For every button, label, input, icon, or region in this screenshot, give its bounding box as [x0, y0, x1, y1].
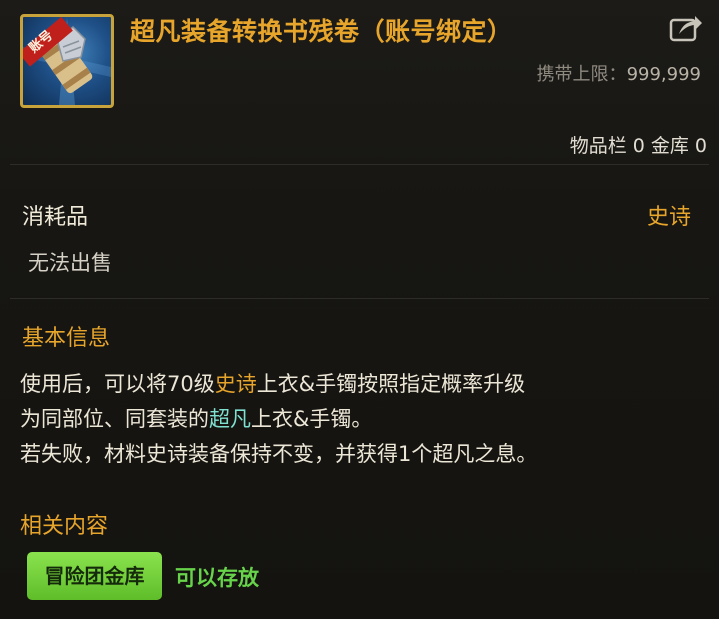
description-text: 使用后，可以将70级: [20, 372, 215, 396]
item-tooltip: 账号 超凡装备转换书残卷（账号绑定） 携带上限：999,999 物品栏 0 金库…: [0, 0, 719, 619]
storable-status: 可以存放: [175, 566, 259, 590]
share-icon: [669, 16, 702, 42]
divider: [10, 298, 709, 299]
scroll-item-icon: 账号: [20, 14, 114, 108]
item-title: 超凡装备转换书残卷（账号绑定）: [130, 17, 513, 46]
carry-limit-value: 999,999: [626, 64, 701, 85]
adventure-vault-button[interactable]: 冒险团金库: [27, 552, 162, 600]
rarity-label: 史诗: [646, 205, 691, 230]
description-line-2: 为同部位、同套装的超凡上衣&手镯。: [20, 402, 710, 437]
description-line-1: 使用后，可以将70级史诗上衣&手镯按照指定概率升级: [20, 367, 710, 402]
related-content-title: 相关内容: [20, 514, 109, 539]
carry-limit: 携带上限：999,999: [537, 60, 701, 86]
description-text: 上衣&手镯。: [251, 407, 373, 431]
item-description: 使用后，可以将70级史诗上衣&手镯按照指定概率升级 为同部位、同套装的超凡上衣&…: [20, 367, 710, 472]
description-line-3: 若失败，材料史诗装备保持不变，并获得1个超凡之息。: [20, 442, 538, 466]
epic-keyword: 史诗: [214, 372, 257, 396]
carry-limit-label: 携带上限：: [536, 64, 627, 85]
divider: [10, 164, 709, 165]
description-text: 为同部位、同套装的: [20, 407, 209, 431]
share-button[interactable]: [669, 12, 703, 42]
description-text: 上衣&手镯按照指定概率升级: [256, 372, 526, 396]
storage-counts: 物品栏 0 金库 0: [569, 135, 707, 157]
trade-restriction: 无法出售: [28, 251, 112, 275]
basic-info-title: 基本信息: [22, 326, 111, 351]
item-type: 消耗品: [22, 205, 89, 230]
legendary-keyword: 超凡: [209, 407, 251, 431]
